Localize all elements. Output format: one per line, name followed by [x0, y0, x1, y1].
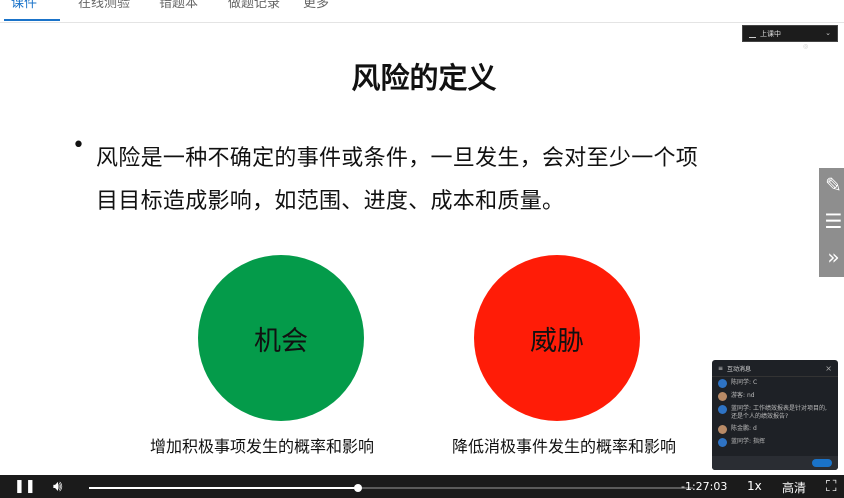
threat-circle: 威胁 [474, 255, 640, 421]
chat-sender: 蓝同学 [731, 438, 750, 445]
chat-text: 指挥 [752, 438, 765, 445]
fullscreen-icon[interactable]: ⛶ [826, 477, 837, 495]
signal-bars-icon [749, 30, 756, 38]
tab-wrong-questions[interactable]: 错题本 [159, 0, 198, 11]
tab-online-quiz[interactable]: 在线测验 [78, 0, 130, 11]
pause-icon[interactable]: ❚❚ [14, 479, 36, 494]
chat-text: d [752, 425, 757, 432]
pencil-icon[interactable]: ✎ [819, 168, 844, 202]
live-status-badge[interactable]: 上课中 ⌄ [742, 25, 838, 42]
opportunity-circle: 机会 [198, 255, 364, 421]
send-button[interactable] [812, 459, 832, 467]
chat-sender: 游客 [731, 392, 744, 399]
volume-icon[interactable]: 🔊︎ [53, 477, 62, 495]
chat-sender: 陈金鹏 [731, 425, 750, 432]
chat-message: 游客: nd [712, 390, 838, 403]
notes-icon[interactable]: ☰ [819, 204, 844, 238]
chat-text: C [752, 379, 758, 386]
avatar [718, 438, 727, 447]
slide-text-line-1: 风险是一种不确定的事件或条件，一旦发生，会对至少一个项 [96, 146, 699, 171]
speed-button[interactable]: 1x [747, 479, 762, 493]
active-tab-indicator [4, 19, 60, 21]
close-icon[interactable]: × [825, 364, 832, 373]
threat-label: 威胁 [530, 325, 584, 357]
tab-bar: 课件 在线测验 错题本 做题记录 更多 [0, 0, 844, 23]
avatar [718, 425, 727, 434]
chat-message: 蓝同学: 工作绩效报表是针对项目的, 还是个人的绩效报告? [712, 403, 838, 423]
side-toolbar: ✎ ☰ » [819, 168, 844, 277]
progress-handle[interactable] [354, 484, 362, 492]
tab-more[interactable]: 更多 [303, 0, 329, 11]
chat-message: 陈同学: C [712, 377, 838, 390]
watermark-logo: ◎ [803, 43, 809, 50]
chat-menu-icon: ≡ [718, 364, 724, 372]
avatar [718, 392, 727, 401]
chat-text: nd [746, 392, 755, 399]
slide-title: 风险的定义 [351, 61, 497, 95]
avatar [718, 379, 727, 388]
chat-sender: 蓝同学 [731, 405, 750, 412]
chat-header: ≡ 互动消息 × [712, 360, 838, 377]
threat-caption: 降低消极事件发生的概率和影响 [452, 437, 677, 456]
chat-message: 陈金鹏: d [712, 423, 838, 436]
chat-message: 蓝同学: 指挥 [712, 436, 838, 449]
live-status-label: 上课中 [760, 29, 781, 38]
chat-sender: 陈同学 [731, 379, 750, 386]
progress-played [89, 487, 358, 489]
avatar [718, 405, 727, 414]
quality-button[interactable]: 高清 [782, 479, 806, 496]
collapse-icon[interactable]: » [819, 240, 844, 274]
tab-practice-history[interactable]: 做题记录 [228, 0, 280, 11]
player-controls: ❚❚ 🔊︎ -1:27:03 1x 高清 ⛶ [0, 475, 844, 498]
bullet-dot: • [72, 133, 85, 158]
time-remaining: -1:27:03 [681, 480, 728, 493]
slide-text-line-2: 目目标造成影响，如范围、进度、成本和质量。 [96, 189, 565, 214]
chat-panel: ≡ 互动消息 × 陈同学: C 游客: nd 蓝同学: 工作绩效报表是针对项目的… [712, 360, 838, 470]
opportunity-caption: 增加积极事项发生的概率和影响 [150, 437, 375, 456]
chat-title: 互动消息 [727, 365, 752, 373]
chevron-down-icon: ⌄ [825, 29, 831, 37]
tab-courseware[interactable]: 课件 [11, 0, 37, 11]
video-player[interactable]: 风险的定义 • 风险是一种不确定的事件或条件，一旦发生，会对至少一个项 目目标造… [4, 23, 844, 498]
opportunity-label: 机会 [254, 325, 308, 357]
